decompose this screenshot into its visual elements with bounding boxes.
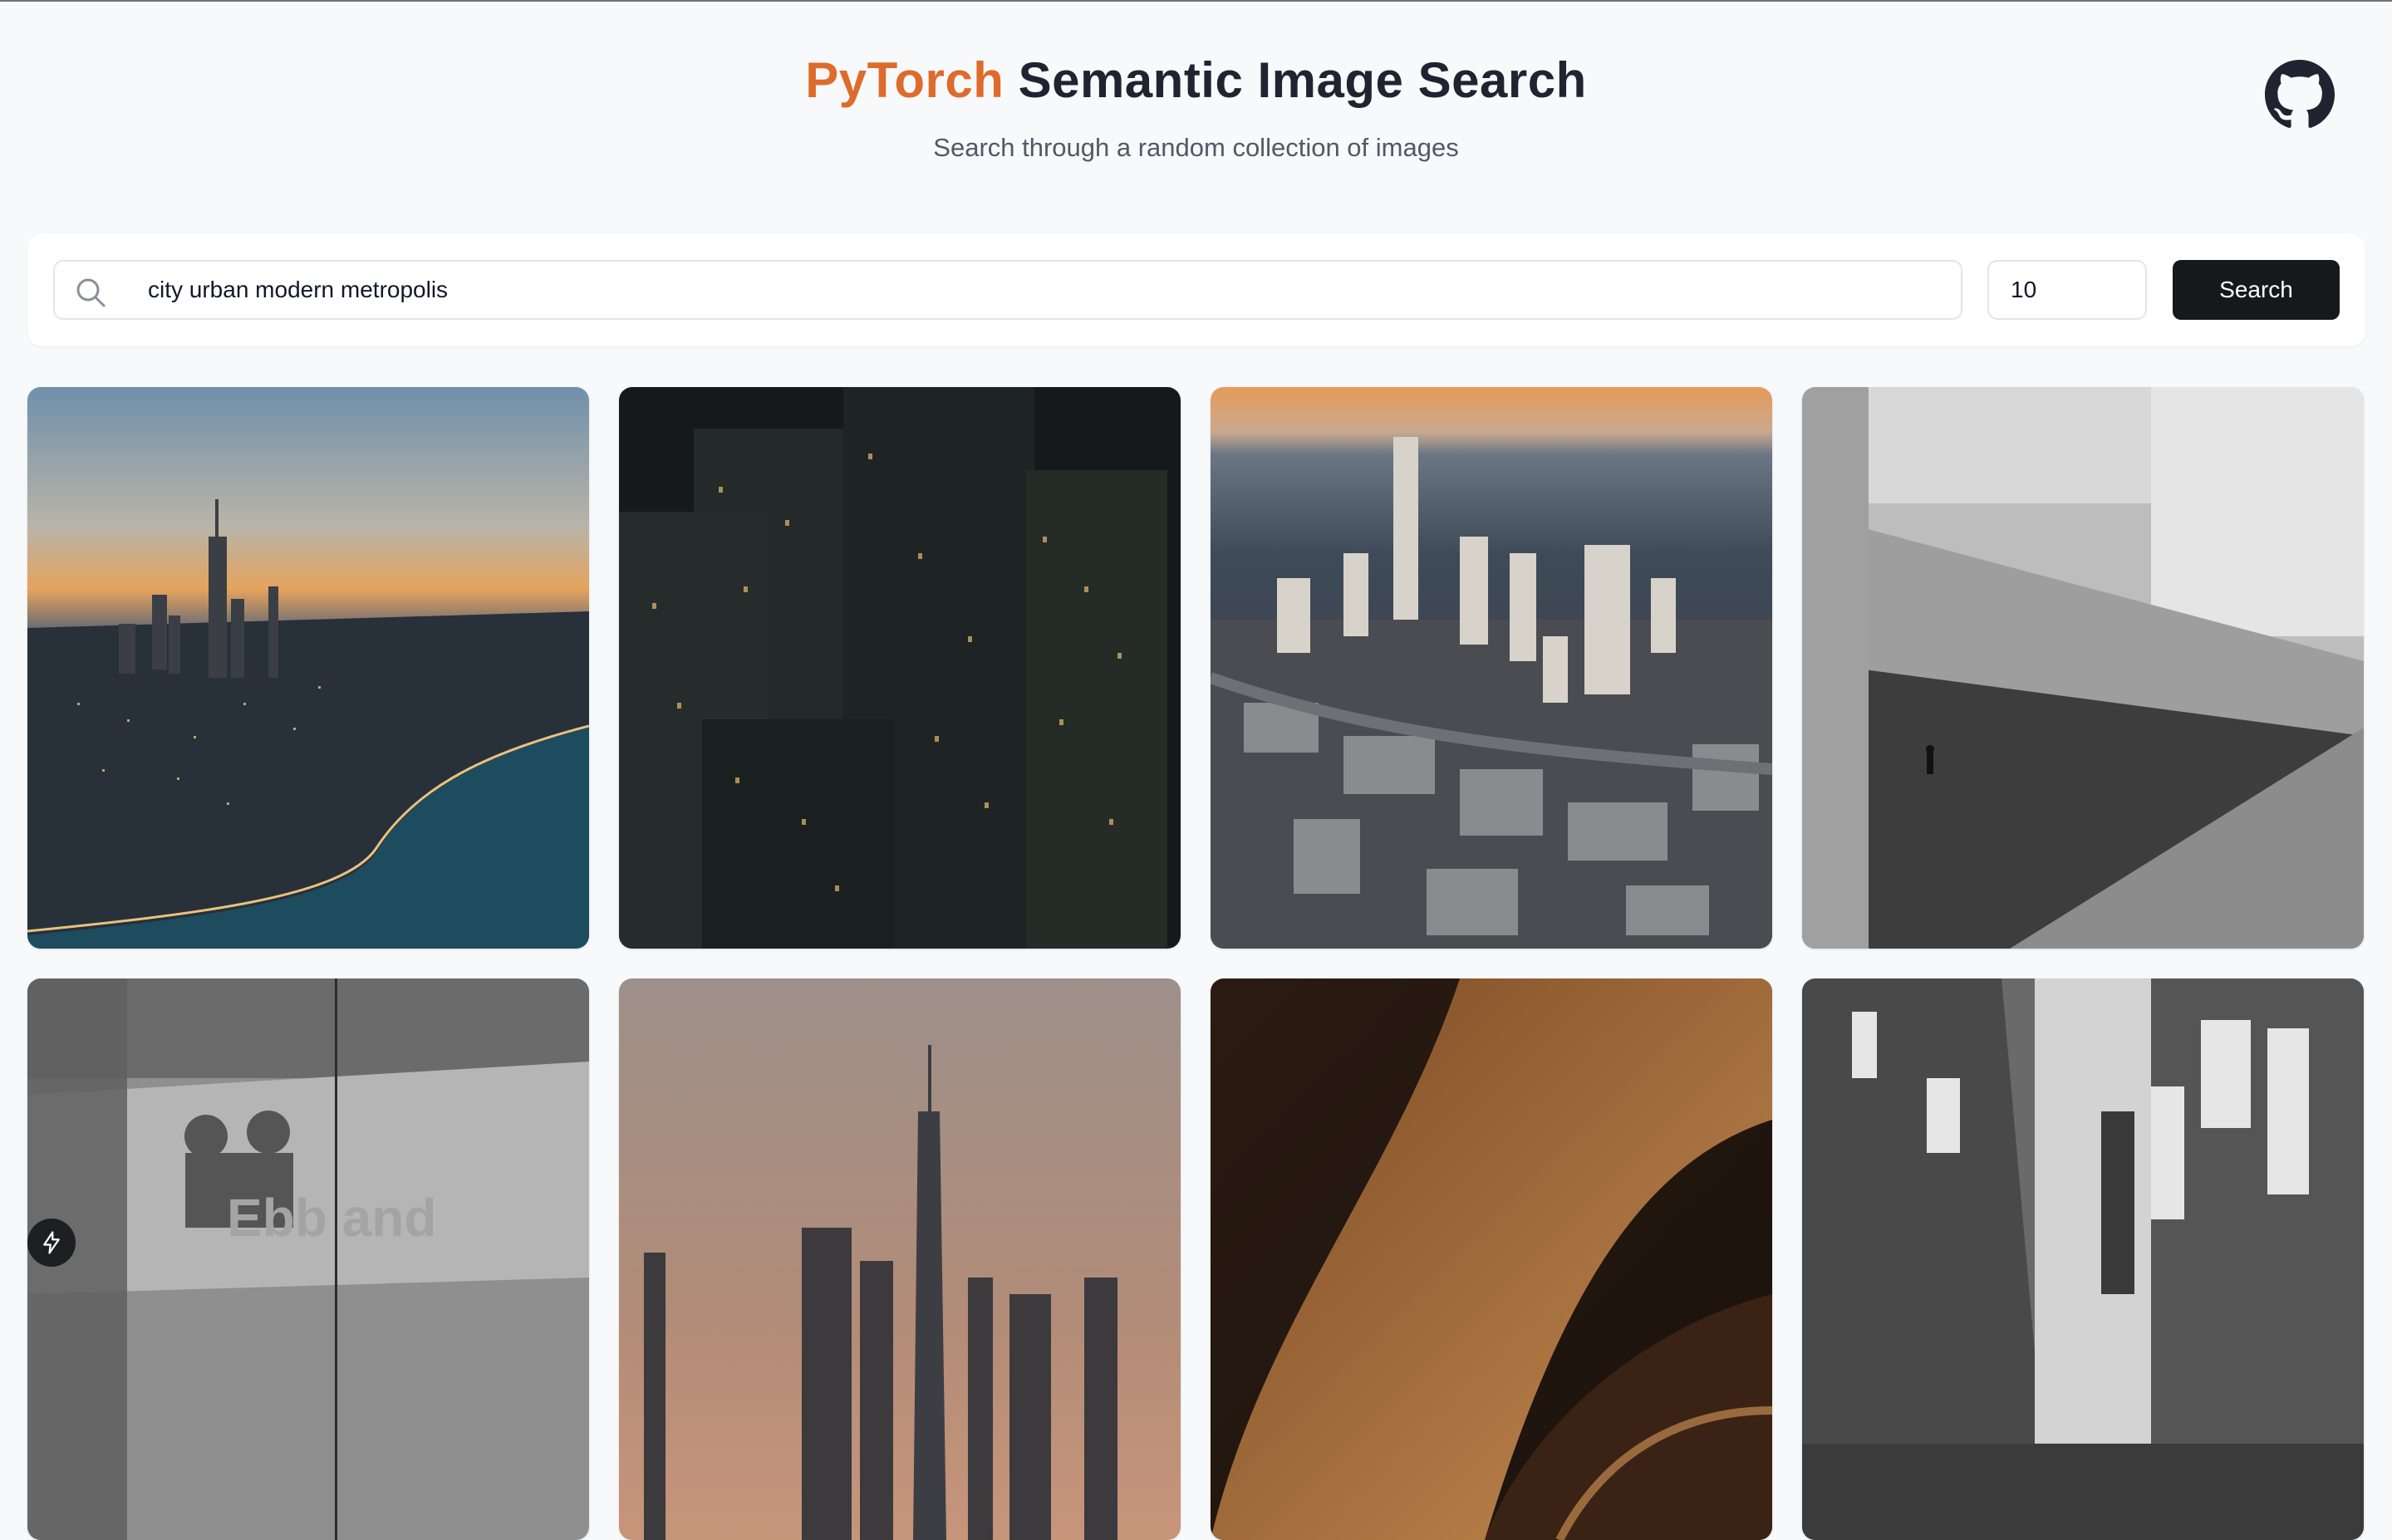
- search-field[interactable]: [53, 260, 1962, 320]
- result-image-3[interactable]: [1211, 387, 1772, 949]
- lightning-bolt-icon[interactable]: [27, 1219, 76, 1267]
- result-count-input[interactable]: [2011, 262, 2135, 318]
- result-image-1[interactable]: [27, 387, 589, 949]
- title-rest: Semantic Image Search: [1018, 52, 1587, 108]
- search-panel: Search: [27, 233, 2365, 346]
- page-header: PyTorch Semantic Image Search Search thr…: [0, 0, 2392, 208]
- page-title: PyTorch Semantic Image Search: [0, 51, 2392, 109]
- result-count-field[interactable]: [1987, 260, 2147, 320]
- result-image-6[interactable]: [619, 978, 1181, 1540]
- search-icon: [75, 277, 106, 308]
- result-image-4[interactable]: [1802, 387, 2364, 949]
- search-input[interactable]: [148, 262, 1934, 318]
- page-subtitle: Search through a random collection of im…: [933, 133, 1459, 162]
- title-brand: PyTorch: [805, 52, 1004, 108]
- result-image-7[interactable]: [1211, 978, 1772, 1540]
- github-icon[interactable]: [2265, 60, 2335, 130]
- svg-text:Ebb and: Ebb and: [227, 1188, 436, 1248]
- result-image-8[interactable]: [1802, 978, 2364, 1540]
- result-image-2[interactable]: [619, 387, 1181, 949]
- search-button[interactable]: Search: [2173, 260, 2340, 320]
- result-image-5[interactable]: Ebb and: [27, 978, 589, 1540]
